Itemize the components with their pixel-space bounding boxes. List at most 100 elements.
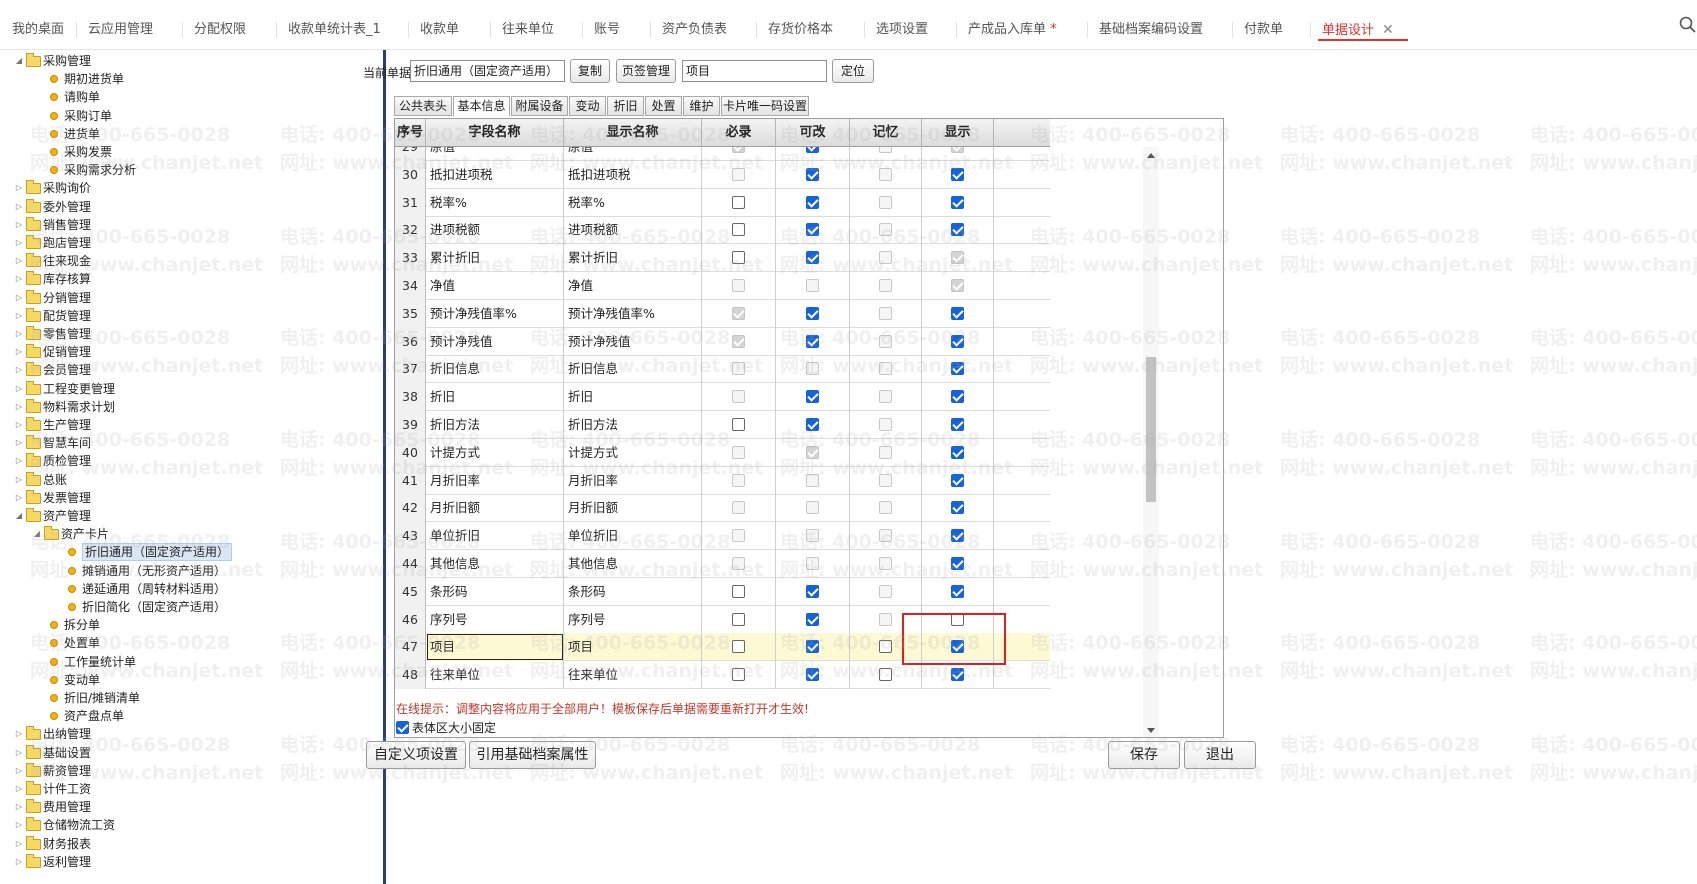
collapsed-arrow-icon[interactable]: ▷: [14, 398, 24, 416]
tree-folder[interactable]: ▷ 质检管理: [0, 452, 380, 470]
required-checkbox[interactable]: [732, 418, 745, 431]
tree-folder[interactable]: ▷ 采购询价: [0, 179, 380, 197]
collapsed-arrow-icon[interactable]: ▷: [14, 835, 24, 853]
required-checkbox[interactable]: [732, 640, 745, 654]
table-row[interactable]: 38 折旧 折旧: [395, 383, 1050, 412]
tree-folder[interactable]: ▷ 库存核算: [0, 270, 380, 288]
tree-folder[interactable]: ◢ 采购管理: [0, 52, 380, 70]
table-row[interactable]: 34 净值 净值: [395, 272, 1050, 300]
column-header[interactable]: 字段名称: [426, 119, 564, 147]
field-name-cell[interactable]: 折旧: [426, 383, 564, 412]
tree-folder[interactable]: ▷ 分销管理: [0, 289, 380, 307]
column-header[interactable]: 可改: [776, 119, 850, 147]
display-name-cell[interactable]: 累计折旧: [564, 244, 702, 273]
top-tab[interactable]: 云应用管理: [84, 0, 157, 50]
table-row[interactable]: 43 单位折旧 单位折旧: [395, 522, 1050, 551]
tree-folder[interactable]: ▷ 薪资管理: [0, 762, 380, 780]
tree-item[interactable]: 拆分单: [0, 616, 380, 634]
scroll-down-arrow-icon[interactable]: [1147, 728, 1155, 733]
collapsed-arrow-icon[interactable]: ▷: [14, 725, 24, 743]
table-row[interactable]: 42 月折旧额 月折旧额: [395, 494, 1050, 523]
field-name-cell[interactable]: 折旧方法: [426, 411, 564, 439]
expanded-arrow-icon[interactable]: ◢: [32, 525, 42, 543]
visible-checkbox[interactable]: [951, 306, 964, 320]
top-tab[interactable]: 我的桌面: [8, 0, 68, 50]
table-row[interactable]: 39 折旧方法 折旧方法: [395, 411, 1050, 439]
required-checkbox[interactable]: [732, 251, 745, 265]
search-icon[interactable]: [1679, 16, 1697, 34]
collapsed-arrow-icon[interactable]: ▷: [14, 416, 24, 434]
tree-folder[interactable]: ▷ 计件工资: [0, 780, 380, 798]
collapsed-arrow-icon[interactable]: ▷: [14, 434, 24, 452]
top-tab[interactable]: 收款单: [416, 0, 463, 50]
locate-button[interactable]: 定位: [832, 59, 874, 83]
tree-folder[interactable]: ▷ 仓储物流工资: [0, 816, 380, 834]
collapsed-arrow-icon[interactable]: ▷: [14, 252, 24, 270]
display-name-cell[interactable]: 往来单位: [564, 661, 702, 690]
tree-folder[interactable]: ▷ 委外管理: [0, 198, 380, 216]
tree-item[interactable]: 折旧通用（固定资产适用）: [0, 543, 380, 562]
copy-button[interactable]: 复制: [570, 59, 610, 83]
tree-folder[interactable]: ▷ 基础设置: [0, 744, 380, 762]
custom-items-button[interactable]: 自定义项设置: [366, 741, 466, 769]
top-tab[interactable]: 资产负债表: [658, 0, 731, 50]
collapsed-arrow-icon[interactable]: ▷: [14, 307, 24, 325]
collapsed-arrow-icon[interactable]: ▷: [14, 816, 24, 834]
tree-folder[interactable]: ▷ 往来现金: [0, 252, 380, 270]
field-name-cell[interactable]: 税率%: [426, 188, 564, 217]
table-row[interactable]: 29原值原值: [395, 147, 1050, 161]
field-name-cell[interactable]: 预计净残值: [426, 327, 564, 356]
tree-item[interactable]: 采购发票: [0, 143, 380, 161]
field-name-cell[interactable]: 净值: [426, 272, 564, 300]
display-name-cell[interactable]: 税率%: [564, 188, 702, 217]
editable-checkbox[interactable]: [806, 251, 819, 265]
tree-item[interactable]: 请购单: [0, 88, 380, 106]
display-name-cell[interactable]: 预计净残值率%: [564, 299, 702, 328]
field-name-cell[interactable]: 计提方式: [426, 438, 564, 467]
visible-checkbox[interactable]: [951, 501, 964, 515]
editable-checkbox[interactable]: [806, 334, 819, 348]
top-tab[interactable]: 分配权限: [190, 0, 250, 50]
editable-checkbox[interactable]: [806, 668, 819, 682]
display-name-cell[interactable]: 预计净残值: [564, 327, 702, 356]
tree-folder[interactable]: ▷ 销售管理: [0, 216, 380, 234]
collapsed-arrow-icon[interactable]: ▷: [14, 270, 24, 288]
collapsed-arrow-icon[interactable]: ▷: [14, 289, 24, 307]
sub-tab[interactable]: 维护: [683, 96, 720, 116]
fix-size-option[interactable]: 表体区大小固定: [396, 719, 496, 737]
top-tab[interactable]: 往来单位: [498, 0, 558, 50]
column-header[interactable]: 显示名称: [564, 119, 702, 147]
editable-checkbox[interactable]: [806, 640, 819, 654]
field-name-cell[interactable]: 折旧信息: [426, 355, 564, 384]
visible-checkbox[interactable]: [951, 557, 964, 570]
tree-folder[interactable]: ▷ 工程变更管理: [0, 380, 380, 398]
exit-button[interactable]: 退出: [1184, 741, 1256, 769]
editable-checkbox[interactable]: [806, 223, 819, 237]
required-checkbox[interactable]: [732, 612, 745, 626]
tree-folder[interactable]: ▷ 费用管理: [0, 798, 380, 816]
editable-checkbox[interactable]: [806, 612, 819, 626]
top-tab[interactable]: 产成品入库单 *: [964, 0, 1061, 50]
collapsed-arrow-icon[interactable]: ▷: [14, 179, 24, 197]
collapsed-arrow-icon[interactable]: ▷: [14, 489, 24, 507]
tree-item[interactable]: 折旧/摊销清单: [0, 689, 380, 707]
display-name-cell[interactable]: 净值: [564, 272, 702, 300]
collapsed-arrow-icon[interactable]: ▷: [14, 471, 24, 489]
top-tab[interactable]: 单据设计 ✕: [1318, 0, 1408, 50]
tree-folder[interactable]: ▷ 返利管理: [0, 853, 380, 871]
tree-item[interactable]: 递延通用（周转材料适用）: [0, 580, 380, 598]
expanded-arrow-icon[interactable]: ◢: [14, 52, 24, 70]
sub-tab[interactable]: 公共表头: [394, 96, 452, 116]
tree-item[interactable]: 资产盘点单: [0, 707, 380, 725]
visible-checkbox[interactable]: [951, 362, 964, 376]
table-row[interactable]: 31 税率% 税率%: [395, 188, 1050, 217]
editable-checkbox[interactable]: [806, 306, 819, 320]
display-name-cell[interactable]: 单位折旧: [564, 522, 702, 551]
table-row[interactable]: 48 往来单位 往来单位: [395, 661, 1050, 690]
top-tab[interactable]: 账号: [590, 0, 624, 50]
table-row[interactable]: 30 抵扣进项税 抵扣进项税: [395, 160, 1050, 189]
visible-checkbox[interactable]: [951, 418, 964, 431]
grid-scrollbar[interactable]: [1143, 147, 1159, 737]
field-name-cell[interactable]: 月折旧额: [426, 494, 564, 523]
display-name-cell[interactable]: 原值: [564, 147, 702, 161]
